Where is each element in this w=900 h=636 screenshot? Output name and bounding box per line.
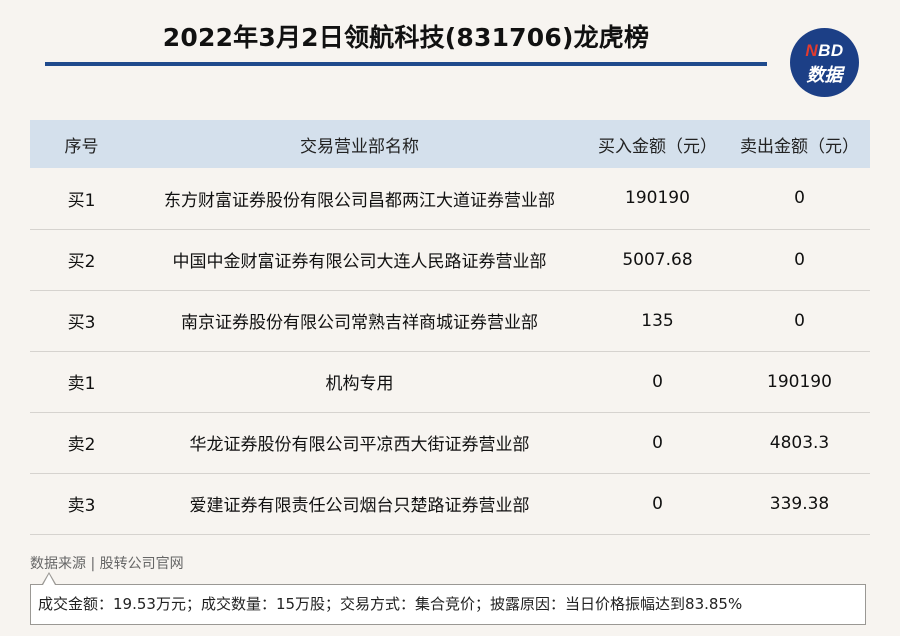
row-sell-amount: 0 <box>794 249 805 270</box>
row-buy-amount: 135 <box>641 310 674 331</box>
row-buy-amount: 0 <box>652 432 663 453</box>
table-row: 卖2 华龙证券股份有限公司平凉西大街证券营业部 0 4803.3 <box>30 412 870 473</box>
row-sell-amount: 0 <box>794 188 805 209</box>
data-source-label: 数据来源 | 股转公司官网 <box>30 556 184 572</box>
row-index: 买2 <box>67 252 96 272</box>
nbd-logo: NBD 数据 <box>790 28 859 97</box>
row-sell-amount: 4803.3 <box>769 432 830 453</box>
row-branch: 机构专用 <box>325 374 394 394</box>
row-buy-amount: 0 <box>652 371 663 392</box>
table-row: 卖3 爱建证券有限责任公司烟台只楚路证券营业部 0 339.38 <box>30 473 870 534</box>
row-sell-amount: 190190 <box>767 371 832 392</box>
row-sell-amount: 339.38 <box>769 493 830 514</box>
column-header-index: 序号 <box>64 136 99 157</box>
title-underline <box>45 62 767 66</box>
row-index: 买3 <box>67 313 96 333</box>
logo-wordmark: NBD <box>790 41 859 61</box>
row-sell-amount: 0 <box>794 310 805 331</box>
trade-summary-callout: 成交金额：19.53万元；成交数量：15万股；交易方式：集合竞价；披露原因：当日… <box>30 584 866 625</box>
row-branch: 爱建证券有限责任公司烟台只楚路证券营业部 <box>189 496 530 516</box>
row-branch: 中国中金财富证券有限公司大连人民路证券营业部 <box>172 252 547 272</box>
column-header-branch: 交易营业部名称 <box>300 136 419 157</box>
logo-letter-n: N <box>805 41 819 60</box>
row-index: 卖3 <box>67 496 96 516</box>
row-buy-amount: 0 <box>652 493 663 514</box>
table-row: 买1 东方财富证券股份有限公司昌都两江大道证券营业部 190190 0 <box>30 168 870 229</box>
logo-letters-bd: BD <box>818 41 844 60</box>
table-row: 买3 南京证券股份有限公司常熟吉祥商城证券营业部 135 0 <box>30 290 870 351</box>
row-index: 卖2 <box>67 435 96 455</box>
table-header-row: 序号 交易营业部名称 买入金额（元） 卖出金额（元） <box>30 120 870 168</box>
row-branch: 南京证券股份有限公司常熟吉祥商城证券营业部 <box>181 313 538 333</box>
callout-pointer-fill <box>43 574 55 585</box>
table-row: 卖1 机构专用 0 190190 <box>30 351 870 412</box>
row-buy-amount: 190190 <box>625 188 690 209</box>
column-header-buy-amount: 买入金额（元） <box>598 136 717 157</box>
table-row: 买2 中国中金财富证券有限公司大连人民路证券营业部 5007.68 0 <box>30 229 870 290</box>
dragon-tiger-table: 序号 交易营业部名称 买入金额（元） 卖出金额（元） 买1 东方财富证券股份有限… <box>30 120 870 535</box>
column-header-sell-amount: 卖出金额（元） <box>740 136 859 157</box>
page-title: 2022年3月2日领航科技(831706)龙虎榜 <box>162 23 650 52</box>
row-buy-amount: 5007.68 <box>622 249 693 270</box>
row-branch: 华龙证券股份有限公司平凉西大街证券营业部 <box>189 435 530 455</box>
row-branch: 东方财富证券股份有限公司昌都两江大道证券营业部 <box>164 190 555 211</box>
row-index: 卖1 <box>67 374 96 394</box>
row-index: 买1 <box>67 190 96 211</box>
logo-subtitle: 数据 <box>806 65 843 86</box>
